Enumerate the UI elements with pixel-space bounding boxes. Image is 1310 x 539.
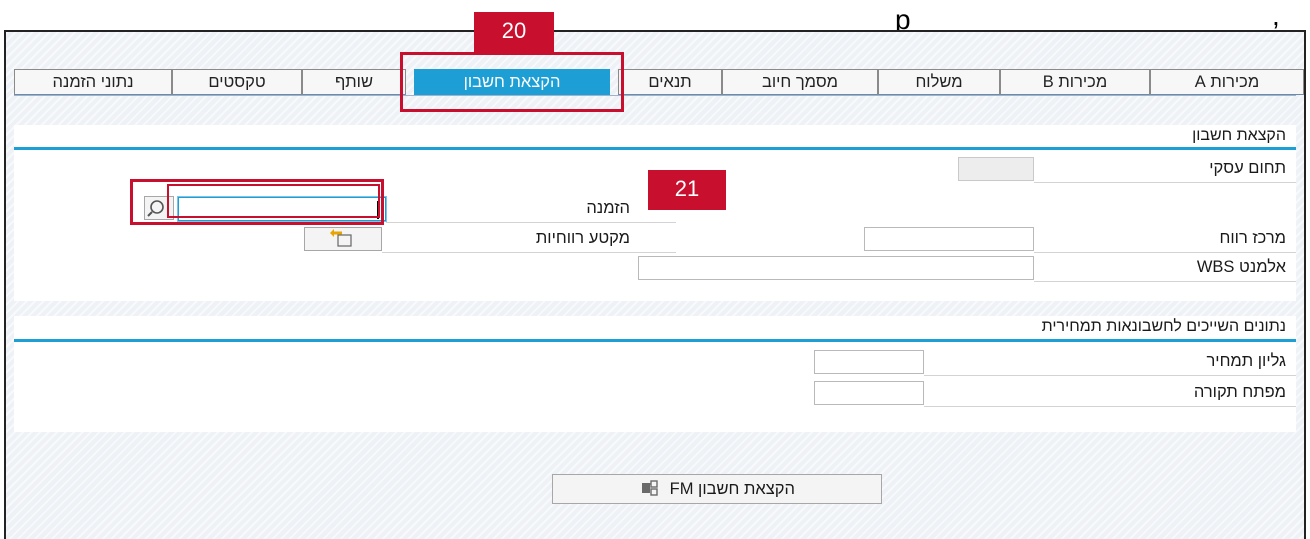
tab-label: טקסטים <box>208 73 266 91</box>
tab-sales-a[interactable]: מכירות A <box>1150 69 1304 95</box>
tab-billing-document[interactable]: מסמך חיוב <box>722 69 878 95</box>
profitability-segment-label: מקטע רווחיות <box>535 229 630 247</box>
tab-label: שותף <box>334 73 373 91</box>
profit-center-label: מרכז רווח <box>1219 229 1286 247</box>
heading-fragment-comma: , <box>1272 0 1280 31</box>
order-label: הזמנה <box>586 199 630 217</box>
label-underline <box>924 406 1296 407</box>
callout-badge-21: 21 <box>648 170 726 210</box>
tab-partner[interactable]: שותף <box>302 69 406 95</box>
callout-inner-highlight-order <box>167 184 380 218</box>
business-area-field <box>958 157 1034 181</box>
label-underline <box>924 375 1296 376</box>
enter-arrow-icon <box>330 229 352 247</box>
section-title: נתונים השייכים לחשבונאות תמחירית <box>1041 318 1286 335</box>
label-underline <box>1034 182 1296 183</box>
tab-conditions[interactable]: תנאים <box>618 69 722 95</box>
label-underline <box>1034 252 1296 253</box>
button-label: הקצאת חשבון FM <box>669 480 795 498</box>
overhead-key-field[interactable] <box>814 381 924 405</box>
tab-label: משלוח <box>915 73 963 91</box>
tab-shipping[interactable]: משלוח <box>878 69 1000 95</box>
cost-accounting-section: נתונים השייכים לחשבונאות תמחירית גליון ת… <box>14 316 1296 432</box>
callout-badge-20: 20 <box>474 12 554 52</box>
cost-sheet-label: גליון תמחיר <box>1206 352 1286 370</box>
tab-strip: מכירות A מכירות B משלוח מסמך חיוב תנאים … <box>14 69 1304 95</box>
section-title: הקצאת חשבון <box>1192 127 1286 144</box>
tab-label: מכירות A <box>1194 73 1260 91</box>
callout-highlight-tab <box>400 52 624 112</box>
business-area-label: תחום עסקי <box>1209 159 1286 177</box>
tab-underline <box>14 95 1296 96</box>
cost-sheet-field[interactable] <box>814 350 924 374</box>
wbs-element-field[interactable] <box>638 256 1034 280</box>
section-rule <box>14 147 1296 150</box>
fm-assignment-icon <box>642 480 658 496</box>
tab-sales-b[interactable]: מכירות B <box>1000 69 1150 95</box>
tab-order-data[interactable]: נתוני הזמנה <box>14 69 172 95</box>
fm-account-assignment-button[interactable]: הקצאת חשבון FM <box>552 474 882 504</box>
heading-strip: p , <box>0 0 1310 35</box>
tab-label: תנאים <box>648 73 692 91</box>
label-underline <box>382 252 676 253</box>
profitability-segment-button[interactable] <box>304 227 382 251</box>
profit-center-field[interactable] <box>864 227 1034 251</box>
tab-label: מסמך חיוב <box>761 73 839 91</box>
wbs-element-label: אלמנט WBS <box>1196 258 1286 276</box>
section-rule <box>14 339 1296 342</box>
tab-texts[interactable]: טקסטים <box>172 69 302 95</box>
label-underline <box>1034 281 1296 282</box>
tab-label: נתוני הזמנה <box>52 73 134 91</box>
tab-label: מכירות B <box>1042 73 1108 91</box>
overhead-key-label: מפתח תקורה <box>1193 383 1286 401</box>
label-underline <box>386 222 676 223</box>
sales-order-item-screen: מכירות A מכירות B משלוח מסמך חיוב תנאים … <box>4 30 1306 539</box>
